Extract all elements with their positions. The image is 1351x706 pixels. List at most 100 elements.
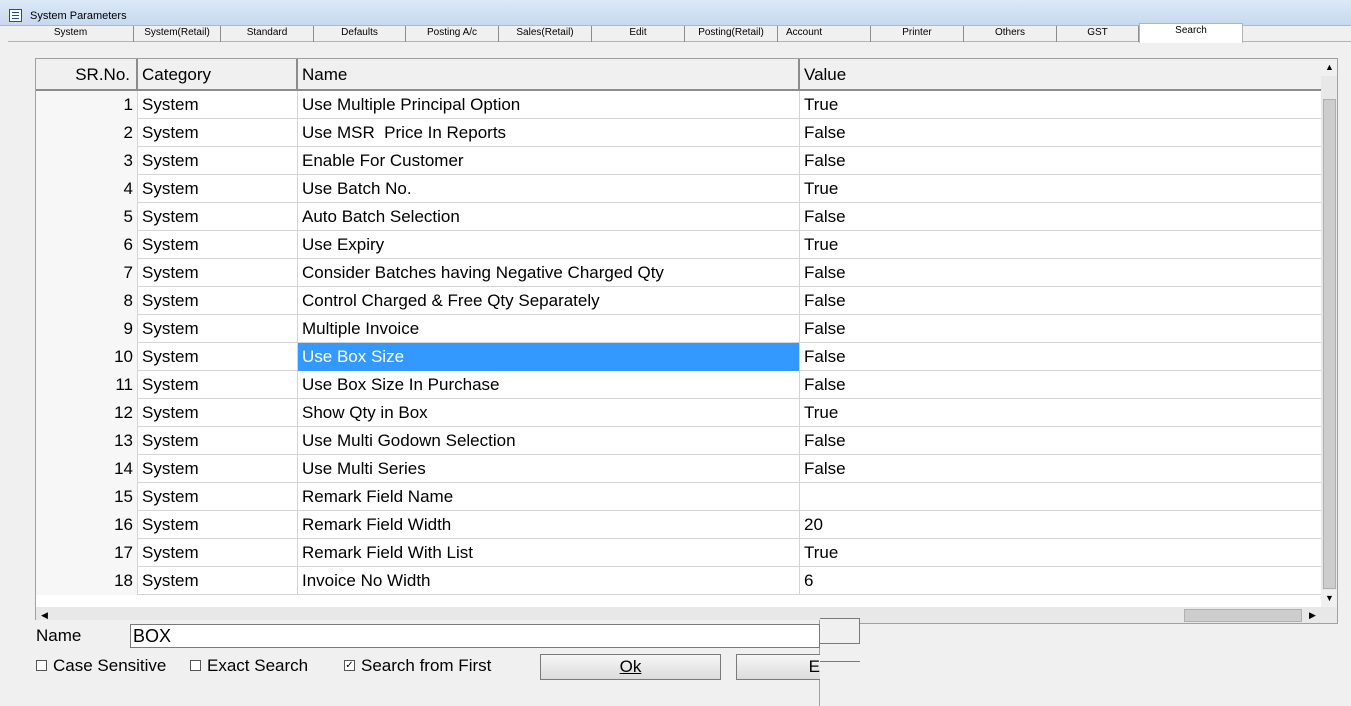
tab-system[interactable]: System: [8, 26, 134, 42]
vertical-scroll-thumb[interactable]: [1323, 99, 1336, 589]
cell-value[interactable]: True: [800, 231, 1321, 259]
cell-value[interactable]: True: [800, 91, 1321, 119]
table-row[interactable]: 17 System Remark Field With List True: [36, 539, 1321, 567]
cell-category[interactable]: System: [138, 567, 298, 595]
tab-posting-ac[interactable]: Posting A/c: [406, 26, 499, 42]
cell-value[interactable]: True: [800, 175, 1321, 203]
tab-account[interactable]: Account: [778, 26, 871, 42]
table-row[interactable]: 18 System Invoice No Width 6: [36, 567, 1321, 595]
cell-category[interactable]: System: [138, 287, 298, 315]
cell-value[interactable]: False: [800, 287, 1321, 315]
scroll-down-icon[interactable]: ▼: [1321, 590, 1337, 607]
cell-name[interactable]: Use Multi Godown Selection: [298, 427, 800, 455]
exact-search-checkbox[interactable]: Exact Search: [190, 656, 308, 676]
cell-name[interactable]: Use Expiry: [298, 231, 800, 259]
cell-category[interactable]: System: [138, 483, 298, 511]
cell-value[interactable]: False: [800, 343, 1321, 371]
tab-standard[interactable]: Standard: [221, 26, 314, 42]
cell-value[interactable]: False: [800, 315, 1321, 343]
horizontal-scroll-thumb[interactable]: [1184, 609, 1302, 622]
cell-name[interactable]: Use Multiple Principal Option: [298, 91, 800, 119]
cell-name[interactable]: Control Charged & Free Qty Separately: [298, 287, 800, 315]
table-row[interactable]: 6 System Use Expiry True: [36, 231, 1321, 259]
cell-value[interactable]: False: [800, 203, 1321, 231]
table-row[interactable]: 7 System Consider Batches having Negative …: [36, 259, 1321, 287]
column-header-srno[interactable]: SR.No.: [36, 59, 138, 89]
table-row[interactable]: 9 System Multiple Invoice False: [36, 315, 1321, 343]
table-row[interactable]: 8 System Control Charged & Free Qty Separa…: [36, 287, 1321, 315]
cell-category[interactable]: System: [138, 259, 298, 287]
checkbox-checked-icon[interactable]: ✓: [344, 660, 355, 672]
checkbox-unchecked-icon[interactable]: [36, 660, 47, 672]
cell-category[interactable]: System: [138, 539, 298, 567]
column-header-name[interactable]: Name: [298, 59, 800, 89]
checkbox-unchecked-icon[interactable]: [190, 660, 201, 672]
exit-button[interactable]: E: [736, 654, 820, 680]
tab-gst[interactable]: GST: [1057, 26, 1139, 42]
table-row[interactable]: 2 System Use MSR Price In Reports False: [36, 119, 1321, 147]
tab-printer[interactable]: Printer: [871, 26, 964, 42]
cell-value[interactable]: 6: [800, 567, 1321, 595]
cell-value[interactable]: False: [800, 147, 1321, 175]
tab-defaults[interactable]: Defaults: [314, 26, 406, 42]
table-row[interactable]: 1 System Use Multiple Principal Option True: [36, 91, 1321, 119]
cell-category[interactable]: System: [138, 455, 298, 483]
table-row[interactable]: 3 System Enable For Customer False: [36, 147, 1321, 175]
cell-name[interactable]: Show Qty in Box: [298, 399, 800, 427]
ok-button[interactable]: Ok: [540, 654, 721, 680]
cell-name[interactable]: Remark Field Name: [298, 483, 800, 511]
tab-search[interactable]: Search: [1139, 23, 1243, 43]
cell-value[interactable]: False: [800, 259, 1321, 287]
scroll-up-icon[interactable]: ▲: [1321, 59, 1337, 76]
table-row[interactable]: 4 System Use Batch No. True: [36, 175, 1321, 203]
column-header-value[interactable]: Value: [800, 59, 1321, 89]
cell-category[interactable]: System: [138, 147, 298, 175]
cell-category[interactable]: System: [138, 175, 298, 203]
cell-value[interactable]: False: [800, 427, 1321, 455]
cell-category[interactable]: System: [138, 371, 298, 399]
table-row[interactable]: 12 System Show Qty in Box True: [36, 399, 1321, 427]
table-row[interactable]: 15 System Remark Field Name: [36, 483, 1321, 511]
tab-system-retail[interactable]: System(Retail): [134, 26, 221, 42]
cell-name[interactable]: Multiple Invoice: [298, 315, 800, 343]
search-from-first-checkbox[interactable]: ✓ Search from First: [344, 656, 491, 676]
cell-value[interactable]: True: [800, 539, 1321, 567]
table-row[interactable]: 5 System Auto Batch Selection False: [36, 203, 1321, 231]
cell-category[interactable]: System: [138, 231, 298, 259]
cell-category[interactable]: System: [138, 91, 298, 119]
cell-name[interactable]: Remark Field With List: [298, 539, 800, 567]
cell-name[interactable]: Consider Batches having Negative Charged…: [298, 259, 800, 287]
case-sensitive-checkbox[interactable]: Case Sensitive: [36, 656, 166, 676]
tab-others[interactable]: Others: [964, 26, 1057, 42]
cell-name[interactable]: Remark Field Width: [298, 511, 800, 539]
cell-name[interactable]: Use MSR Price In Reports: [298, 119, 800, 147]
cell-name[interactable]: Enable For Customer: [298, 147, 800, 175]
table-row[interactable]: 13 System Use Multi Godown Selection False: [36, 427, 1321, 455]
cell-value[interactable]: True: [800, 399, 1321, 427]
cell-value[interactable]: False: [800, 455, 1321, 483]
window-menu-icon[interactable]: [9, 9, 22, 22]
cell-name-selected[interactable]: Use Box Size: [298, 343, 800, 371]
cell-value[interactable]: 20: [800, 511, 1321, 539]
cell-name[interactable]: Use Box Size In Purchase: [298, 371, 800, 399]
table-row[interactable]: 11 System Use Box Size In Purchase False: [36, 371, 1321, 399]
cell-value[interactable]: [800, 483, 1321, 511]
cell-name[interactable]: Auto Batch Selection: [298, 203, 800, 231]
scroll-right-icon[interactable]: ▶: [1304, 607, 1321, 623]
cell-name[interactable]: Use Multi Series: [298, 455, 800, 483]
cell-category[interactable]: System: [138, 343, 298, 371]
vertical-scrollbar[interactable]: ▲ ▼: [1321, 59, 1337, 623]
cell-category[interactable]: System: [138, 399, 298, 427]
column-header-category[interactable]: Category: [138, 59, 298, 89]
table-row-selected[interactable]: 10 System Use Box Size False: [36, 343, 1321, 371]
tab-sales-retail[interactable]: Sales(Retail): [499, 26, 592, 42]
cell-category[interactable]: System: [138, 511, 298, 539]
cell-category[interactable]: System: [138, 315, 298, 343]
cell-value[interactable]: False: [800, 119, 1321, 147]
cell-name[interactable]: Invoice No Width: [298, 567, 800, 595]
cell-category[interactable]: System: [138, 203, 298, 231]
table-row[interactable]: 16 System Remark Field Width 20: [36, 511, 1321, 539]
cell-category[interactable]: System: [138, 427, 298, 455]
cell-category[interactable]: System: [138, 119, 298, 147]
table-row[interactable]: 14 System Use Multi Series False: [36, 455, 1321, 483]
